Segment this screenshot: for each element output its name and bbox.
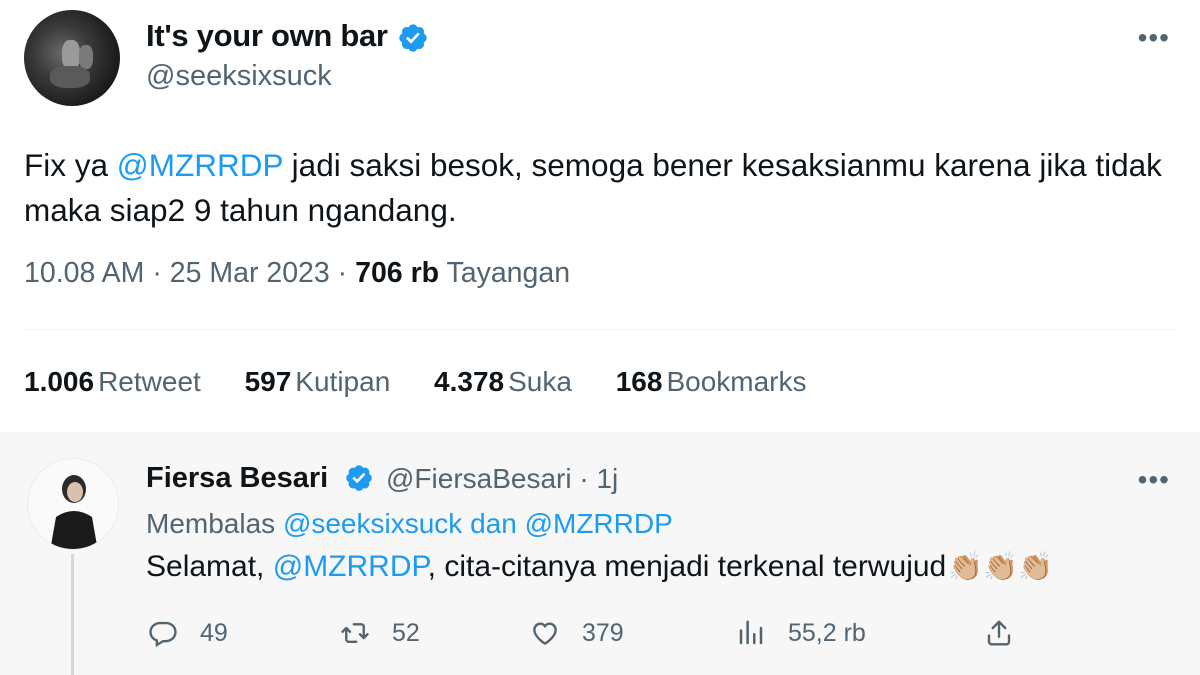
stat-label: Kutipan — [295, 366, 391, 397]
retweets-stat[interactable]: 1.006 Retweet — [24, 366, 201, 398]
verified-badge-icon — [346, 465, 372, 491]
reply-tweet[interactable]: Fiersa Besari @FiersaBesari · 1j ••• Mem… — [0, 432, 1200, 675]
analytics-icon — [739, 620, 763, 645]
avatar[interactable] — [27, 458, 119, 550]
views-count: 706 rb — [355, 257, 440, 289]
divider — [24, 329, 1176, 330]
reply-text: Selamat, @MZRRDP, cita-citanya menjadi t… — [146, 550, 1053, 584]
avatar-person-icon — [50, 475, 98, 549]
share-button[interactable] — [984, 618, 1036, 648]
more-options-button[interactable]: ••• — [1138, 22, 1170, 54]
views-button[interactable]: 55,2 rb — [736, 618, 866, 648]
display-name[interactable]: Fiersa Besari — [146, 462, 328, 495]
bookmarks-stat[interactable]: 168 Bookmarks — [616, 366, 807, 398]
retweet-count: 52 — [392, 618, 420, 647]
verified-badge-icon — [399, 24, 427, 52]
retweet-button[interactable]: 52 — [340, 618, 420, 648]
display-name[interactable]: It's your own bar — [146, 18, 388, 54]
stat-number: 168 — [615, 366, 663, 397]
reply-count: 49 — [200, 618, 228, 647]
clapping-hands-emoji: 👏🏼👏🏼👏🏼 — [948, 551, 1053, 582]
engagement-stats: 1.006 Retweet 597 Kutipan 4.378 Suka 168 Boo… — [24, 366, 843, 398]
reply-text-part: Selamat, — [146, 550, 273, 583]
main-tweet: It's your own bar @seeksixsuck ••• Fix y… — [0, 0, 1200, 432]
more-options-button[interactable]: ••• — [1138, 464, 1170, 496]
mention-link[interactable]: @MZRRDP — [117, 147, 283, 183]
stat-label: Retweet — [98, 366, 201, 397]
mention-link[interactable]: @MZRRDP — [273, 550, 428, 583]
likes-stat[interactable]: 4.378 Suka — [434, 366, 572, 398]
stat-label: Suka — [508, 366, 572, 397]
action-bar: 49 52 379 55,2 rb — [146, 618, 1046, 658]
handle[interactable]: @seeksixsuck — [146, 60, 332, 93]
retweet-icon — [341, 623, 369, 643]
tweet-text: Fix ya @MZRRDP jadi saksi besok, semoga … — [24, 143, 1174, 233]
reply-icon — [149, 621, 177, 648]
views-label: Tayangan — [439, 257, 571, 289]
avatar[interactable] — [24, 10, 120, 106]
replying-to-link[interactable]: @seeksixsuck dan @MZRRDP — [283, 508, 673, 539]
stat-number: 4.378 — [434, 366, 505, 397]
quotes-stat[interactable]: 597 Kutipan — [245, 366, 391, 398]
stat-number: 597 — [244, 366, 292, 397]
reply-text-part: , cita-citanya menjadi terkenal terwujud — [427, 550, 947, 583]
share-icon — [987, 620, 1011, 646]
tweet-meta: 10.08 AM · 25 Mar 2023 · 706 rb Tayangan — [24, 257, 570, 290]
tweet-text-part: Fix ya — [24, 147, 117, 183]
replying-to: Membalas @seeksixsuck dan @MZRRDP — [146, 508, 673, 540]
timestamp[interactable]: 10.08 AM · 25 Mar 2023 · — [24, 257, 355, 289]
stat-label: Bookmarks — [666, 366, 807, 397]
thread-line — [71, 554, 74, 675]
like-count: 379 — [582, 618, 624, 647]
views-count: 55,2 rb — [788, 618, 866, 647]
like-button[interactable]: 379 — [530, 618, 624, 648]
stat-number: 1.006 — [24, 366, 95, 397]
replying-prefix: Membalas — [146, 508, 283, 539]
handle-and-time[interactable]: @FiersaBesari · 1j — [386, 463, 618, 495]
heart-icon — [533, 622, 557, 645]
reply-button[interactable]: 49 — [148, 618, 228, 648]
